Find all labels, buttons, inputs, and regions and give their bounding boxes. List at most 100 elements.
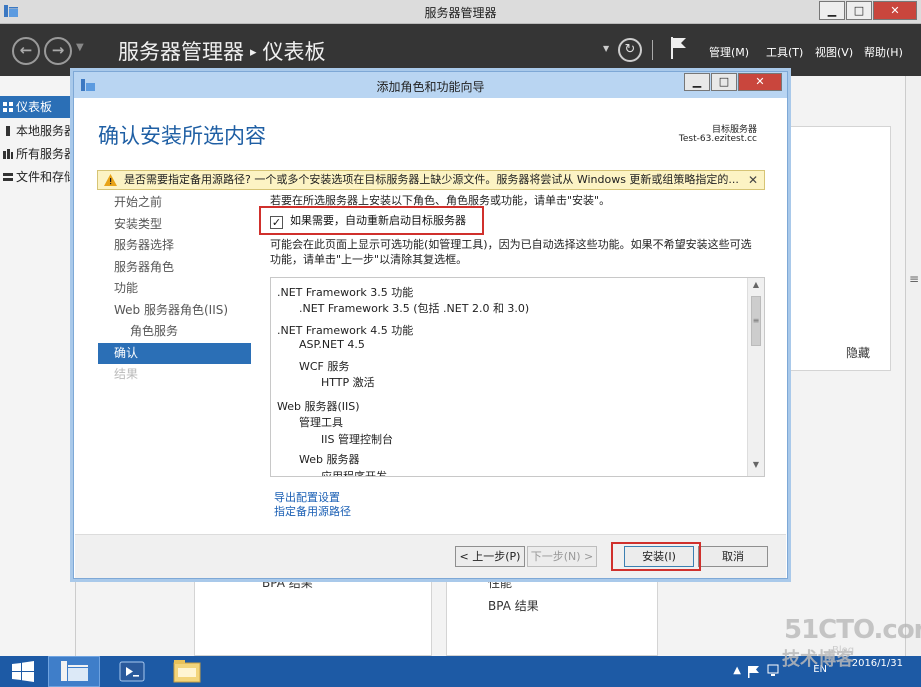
refresh-dropdown-icon[interactable]: ▼ <box>603 44 609 53</box>
list-item: IIS 管理控制台 <box>321 433 393 446</box>
scroll-down-icon[interactable]: ▼ <box>748 460 764 474</box>
nav-divider <box>652 40 653 60</box>
cancel-button[interactable]: 取消 <box>698 546 768 567</box>
next-button: 下一步(N) > <box>527 546 597 567</box>
watermark-logo: 51CTO.com <box>784 615 921 645</box>
scrollbar-grip-icon[interactable]: ≡ <box>909 272 919 286</box>
warning-icon <box>104 174 117 186</box>
breadcrumb-current: 仪表板 <box>262 40 326 64</box>
restart-highlight-box <box>259 206 484 235</box>
sidebar-item-label: 本地服务器 <box>16 124 76 138</box>
list-item: ASP.NET 4.5 <box>299 338 365 351</box>
refresh-icon[interactable]: ↻ <box>618 38 642 62</box>
list-item: Web 服务器(IIS) <box>277 400 360 413</box>
step-role-services[interactable]: 角色服务 <box>98 321 251 342</box>
step-server-selection[interactable]: 服务器选择 <box>98 235 251 256</box>
action-center-flag-icon[interactable] <box>747 665 761 678</box>
close-button[interactable]: ✕ <box>873 1 917 20</box>
feature-list-scrollbar[interactable]: ▲ ≡ ▼ <box>747 278 764 476</box>
list-item: Web 服务器 <box>299 453 360 466</box>
dialog-titlebar: 添加角色和功能向导 ▁ □ ✕ <box>74 72 787 98</box>
step-features[interactable]: 功能 <box>98 278 251 299</box>
window-title: 服务器管理器 <box>424 6 497 20</box>
scroll-up-icon[interactable]: ▲ <box>748 280 764 294</box>
install-highlight-box <box>611 542 701 571</box>
tray-clock[interactable]: 2016/1/31 <box>852 657 903 671</box>
list-item: WCF 服务 <box>299 360 350 373</box>
list-item: .NET Framework 3.5 功能 <box>277 286 414 299</box>
list-item: .NET Framework 4.5 功能 <box>277 324 414 337</box>
dialog-maximize-button[interactable]: □ <box>711 73 737 91</box>
step-installation-type[interactable]: 安装类型 <box>98 214 251 235</box>
back-arrow-icon[interactable]: ← <box>12 37 40 65</box>
clock-date: 2016/1/31 <box>851 658 903 669</box>
taskbar-server-manager[interactable] <box>48 656 100 687</box>
main-scrollbar[interactable]: ≡ <box>905 76 921 656</box>
list-item: HTTP 激活 <box>321 376 375 389</box>
previous-button[interactable]: < 上一步(P) <box>455 546 525 567</box>
step-before-you-begin[interactable]: 开始之前 <box>98 192 251 213</box>
sidebar-item-dashboard[interactable]: 仪表板 <box>0 96 76 118</box>
menu-help[interactable]: 帮助(H) <box>864 44 903 60</box>
powershell-icon <box>119 661 145 682</box>
servers-icon <box>3 149 13 159</box>
server-manager-titlebar: 服务器管理器 ▁ □ ✕ <box>0 0 921 24</box>
breadcrumb: 服务器管理器 ▸ 仪表板 <box>118 36 326 66</box>
sidebar-item-label: 仪表板 <box>16 100 53 114</box>
forward-arrow-icon[interactable]: → <box>44 37 72 65</box>
optional-features-note: 可能会在此页面上显示可选功能(如管理工具)，因为已自动选择这些功能。如果不希望安… <box>270 238 752 266</box>
sidebar-item-local-server[interactable]: 本地服务器 <box>0 120 76 142</box>
notifications-flag-icon[interactable] <box>670 36 688 60</box>
dashboard-tile-left <box>194 574 432 656</box>
step-server-roles[interactable]: 服务器角色 <box>98 257 251 278</box>
watermark-blog: Blog <box>832 645 855 656</box>
feature-list[interactable]: .NET Framework 3.5 功能 .NET Framework 3.5… <box>270 277 765 477</box>
warning-text: 是否需要指定备用源路径? 一个或多个安装选项在目标服务器上缺少源文件。服务器将尝… <box>124 173 739 186</box>
windows-logo-icon <box>12 661 34 682</box>
server-icon <box>6 126 10 136</box>
dialog-title: 添加角色和功能向导 <box>376 80 485 94</box>
step-results: 结果 <box>114 367 139 381</box>
breadcrumb-root[interactable]: 服务器管理器 <box>118 40 244 64</box>
warning-banner[interactable]: 是否需要指定备用源路径? 一个或多个安装选项在目标服务器上缺少源文件。服务器将尝… <box>97 170 765 190</box>
sidebar-item-label: 所有服务器 <box>16 147 76 161</box>
menu-view[interactable]: 视图(V) <box>815 44 853 60</box>
taskbar-powershell[interactable] <box>106 656 158 687</box>
list-item: 应用程序开发 <box>321 470 387 477</box>
bpa-results-right[interactable]: BPA 结果 <box>488 597 539 614</box>
dashboard-icon <box>3 102 13 112</box>
menu-manage[interactable]: 管理(M) <box>709 44 749 60</box>
scroll-thumb[interactable]: ≡ <box>751 296 761 346</box>
sidebar: 仪表板 本地服务器 所有服务器 文件和存储服务 <box>0 76 76 656</box>
network-icon[interactable] <box>767 664 783 678</box>
sidebar-item-file-storage[interactable]: 文件和存储服务 <box>0 166 76 188</box>
dashboard-tile-right <box>446 574 658 656</box>
maximize-button[interactable]: □ <box>846 1 872 20</box>
folder-icon <box>173 660 201 683</box>
add-roles-wizard-dialog: 添加角色和功能向导 ▁ □ ✕ 确认安装所选内容 目标服务器 Test-63.e… <box>73 71 788 579</box>
step-web-server-role[interactable]: Web 服务器角色(IIS) <box>98 300 251 321</box>
list-item: 管理工具 <box>299 416 343 429</box>
breadcrumb-separator-icon: ▸ <box>250 45 257 60</box>
server-manager-icon <box>61 661 88 681</box>
list-item: .NET Framework 3.5 (包括 .NET 2.0 和 3.0) <box>299 302 530 315</box>
page-title: 确认安装所选内容 <box>98 124 266 148</box>
menu-tools[interactable]: 工具(T) <box>766 44 803 60</box>
storage-icon <box>3 173 13 181</box>
dashboard-side-panel <box>786 126 891 371</box>
target-server-value: Test-63.ezitest.cc <box>678 134 757 144</box>
tray-expand-icon[interactable]: ▲ <box>733 665 741 676</box>
sidebar-item-label: 文件和存储服务 <box>16 170 76 184</box>
close-icon[interactable]: ✕ <box>748 171 758 189</box>
hide-link[interactable]: 隐藏 <box>846 344 870 361</box>
start-button[interactable] <box>0 656 46 687</box>
taskbar-file-explorer[interactable] <box>162 656 214 687</box>
dialog-close-button[interactable]: ✕ <box>738 73 782 91</box>
minimize-button[interactable]: ▁ <box>819 1 845 20</box>
navigation-bar: ← → ▼ 服务器管理器 ▸ 仪表板 ▼ ↻ 管理(M) 工具(T) 视图(V) 帮… <box>0 24 921 76</box>
alternate-source-link[interactable]: 指定备用源路径 <box>274 503 351 519</box>
sidebar-item-all-servers[interactable]: 所有服务器 <box>0 143 76 165</box>
history-dropdown-icon[interactable]: ▼ <box>76 42 84 53</box>
dialog-minimize-button[interactable]: ▁ <box>684 73 710 91</box>
step-confirmation[interactable]: 确认 <box>98 343 251 364</box>
